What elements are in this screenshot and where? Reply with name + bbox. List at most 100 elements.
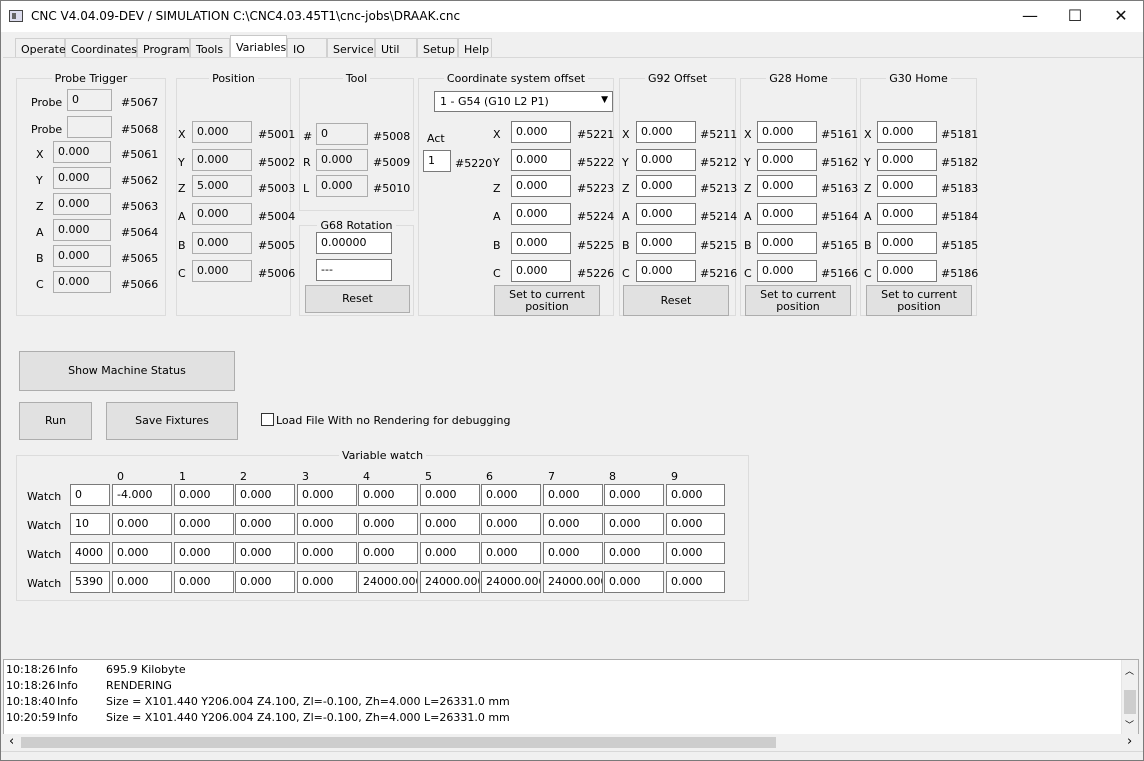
watch-value-0-9[interactable]: 0.000 (666, 484, 725, 506)
tab-io[interactable]: IO (287, 38, 327, 57)
watch-value-0-8[interactable]: 0.000 (604, 484, 664, 506)
watch-base-input-1[interactable]: 10 (70, 513, 110, 535)
watch-value-0-4[interactable]: 0.000 (358, 484, 418, 506)
show-machine-status-button[interactable]: Show Machine Status (19, 351, 235, 391)
watch-value-3-8[interactable]: 0.000 (604, 571, 664, 593)
log-horizontal-thumb[interactable] (21, 737, 776, 748)
scroll-down-icon[interactable]: ﹀ (1125, 718, 1134, 731)
watch-value-1-5[interactable]: 0.000 (420, 513, 480, 535)
watch-value-3-7[interactable]: 24000.000 (543, 571, 603, 593)
cso-set-current-button[interactable]: Set to current position (494, 285, 600, 316)
cso-value-4[interactable]: 0.000 (511, 232, 571, 254)
tab-help[interactable]: Help (458, 38, 492, 57)
watch-value-3-3[interactable]: 0.000 (297, 571, 357, 593)
watch-value-0-0[interactable]: -4.000 (112, 484, 172, 506)
watch-value-2-7[interactable]: 0.000 (543, 542, 603, 564)
cso-value-5[interactable]: 0.000 (511, 260, 571, 282)
tab-setup[interactable]: Setup (417, 38, 458, 57)
g30-set-current-button[interactable]: Set to current position (866, 285, 972, 316)
watch-base-input-0[interactable]: 0 (70, 484, 110, 506)
g92-value-5[interactable]: 0.000 (636, 260, 696, 282)
watch-value-2-0[interactable]: 0.000 (112, 542, 172, 564)
watch-value-2-9[interactable]: 0.000 (666, 542, 725, 564)
g68-angle-input[interactable]: 0.00000 (316, 232, 392, 254)
watch-value-0-5[interactable]: 0.000 (420, 484, 480, 506)
g30-value-5[interactable]: 0.000 (877, 260, 937, 282)
watch-value-0-6[interactable]: 0.000 (481, 484, 541, 506)
g92-value-3[interactable]: 0.000 (636, 203, 696, 225)
watch-value-2-2[interactable]: 0.000 (235, 542, 295, 564)
g28-value-3[interactable]: 0.000 (757, 203, 817, 225)
tab-util[interactable]: Util (375, 38, 417, 57)
minimize-button[interactable]: — (1007, 1, 1053, 32)
cso-value-2[interactable]: 0.000 (511, 175, 571, 197)
load-no-render-checkbox[interactable] (261, 413, 274, 426)
g92-reset-button[interactable]: Reset (623, 285, 729, 316)
close-button[interactable]: ✕ (1098, 1, 1143, 32)
tab-coordinates[interactable]: Coordinates (65, 38, 137, 57)
log-vertical-thumb[interactable] (1124, 690, 1136, 714)
g30-value-4[interactable]: 0.000 (877, 232, 937, 254)
watch-value-3-0[interactable]: 0.000 (112, 571, 172, 593)
tab-service[interactable]: Service (327, 38, 375, 57)
watch-value-1-8[interactable]: 0.000 (604, 513, 664, 535)
scroll-left-icon[interactable]: ‹ (9, 734, 14, 749)
run-button[interactable]: Run (19, 402, 92, 440)
watch-value-2-4[interactable]: 0.000 (358, 542, 418, 564)
g68-mode-input[interactable]: --- (316, 259, 392, 281)
g28-value-0[interactable]: 0.000 (757, 121, 817, 143)
watch-value-0-7[interactable]: 0.000 (543, 484, 603, 506)
watch-value-3-1[interactable]: 0.000 (174, 571, 234, 593)
watch-value-3-9[interactable]: 0.000 (666, 571, 725, 593)
g28-value-5[interactable]: 0.000 (757, 260, 817, 282)
tab-program[interactable]: Program (137, 38, 190, 57)
maximize-button[interactable]: ☐ (1052, 1, 1098, 32)
title-bar[interactable]: CNC V4.04.09-DEV / SIMULATION C:\CNC4.03… (1, 1, 1143, 32)
watch-value-1-0[interactable]: 0.000 (112, 513, 172, 535)
watch-value-1-2[interactable]: 0.000 (235, 513, 295, 535)
g92-value-0[interactable]: 0.000 (636, 121, 696, 143)
g28-value-4[interactable]: 0.000 (757, 232, 817, 254)
watch-value-1-9[interactable]: 0.000 (666, 513, 725, 535)
scroll-right-icon[interactable]: › (1127, 734, 1132, 749)
watch-value-2-3[interactable]: 0.000 (297, 542, 357, 564)
cso-value-0[interactable]: 0.000 (511, 121, 571, 143)
cso-value-3[interactable]: 0.000 (511, 203, 571, 225)
tab-tools[interactable]: Tools (190, 38, 230, 57)
watch-value-0-3[interactable]: 0.000 (297, 484, 357, 506)
watch-value-3-2[interactable]: 0.000 (235, 571, 295, 593)
watch-value-2-6[interactable]: 0.000 (481, 542, 541, 564)
g28-value-2[interactable]: 0.000 (757, 175, 817, 197)
watch-value-3-5[interactable]: 24000.000 (420, 571, 480, 593)
tab-variables[interactable]: Variables (230, 35, 287, 58)
g28-set-current-button[interactable]: Set to current position (745, 285, 851, 316)
g30-value-3[interactable]: 0.000 (877, 203, 937, 225)
cso-value-1[interactable]: 0.000 (511, 149, 571, 171)
watch-value-3-6[interactable]: 24000.000 (481, 571, 541, 593)
watch-value-1-1[interactable]: 0.000 (174, 513, 234, 535)
watch-value-1-3[interactable]: 0.000 (297, 513, 357, 535)
scroll-up-icon[interactable]: ︿ (1125, 664, 1134, 677)
watch-value-1-4[interactable]: 0.000 (358, 513, 418, 535)
g30-value-0[interactable]: 0.000 (877, 121, 937, 143)
g28-value-1[interactable]: 0.000 (757, 149, 817, 171)
watch-value-0-1[interactable]: 0.000 (174, 484, 234, 506)
g30-value-2[interactable]: 0.000 (877, 175, 937, 197)
watch-value-2-1[interactable]: 0.000 (174, 542, 234, 564)
act-value-input[interactable]: 1 (423, 150, 451, 172)
log-horizontal-scrollbar[interactable]: ‹ › (3, 734, 1139, 751)
g30-value-1[interactable]: 0.000 (877, 149, 937, 171)
tab-operate[interactable]: Operate (15, 38, 66, 57)
watch-base-input-3[interactable]: 5390 (70, 571, 110, 593)
watch-value-2-5[interactable]: 0.000 (420, 542, 480, 564)
watch-value-3-4[interactable]: 24000.000 (358, 571, 418, 593)
watch-value-0-2[interactable]: 0.000 (235, 484, 295, 506)
log-vertical-scrollbar[interactable]: ︿ ﹀ (1121, 660, 1138, 734)
g92-value-4[interactable]: 0.000 (636, 232, 696, 254)
g92-value-2[interactable]: 0.000 (636, 175, 696, 197)
watch-base-input-2[interactable]: 4000 (70, 542, 110, 564)
watch-value-1-7[interactable]: 0.000 (543, 513, 603, 535)
watch-value-1-6[interactable]: 0.000 (481, 513, 541, 535)
g68-reset-button[interactable]: Reset (305, 285, 410, 313)
save-fixtures-button[interactable]: Save Fixtures (106, 402, 238, 440)
